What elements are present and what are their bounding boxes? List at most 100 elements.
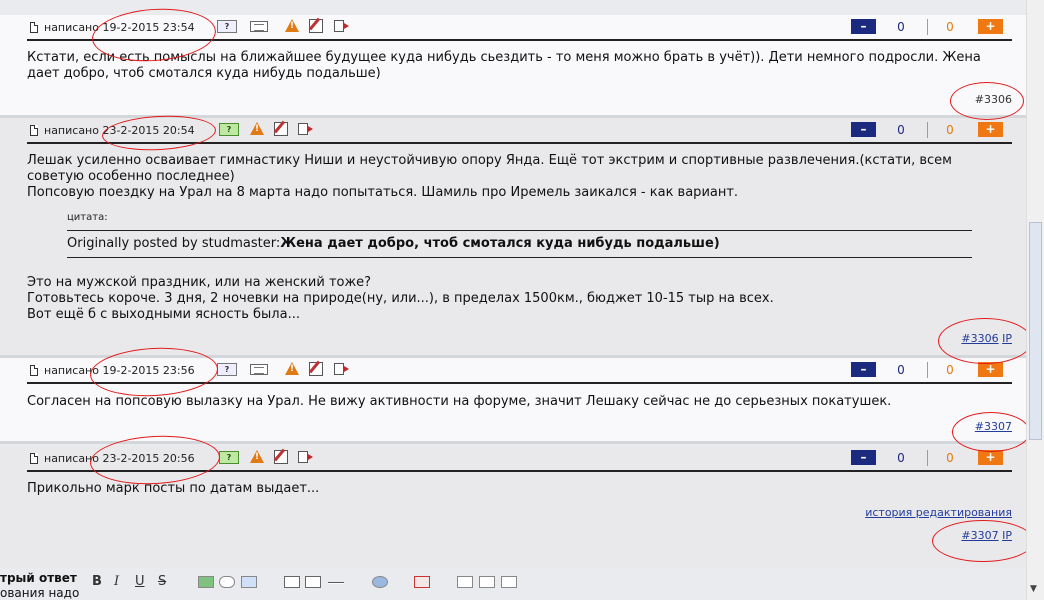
document-icon [30,125,38,136]
document-icon [30,453,38,464]
post-body: Лешак усиленно осваивает гимнастику Ниши… [27,153,1012,201]
list-icon[interactable] [284,576,300,588]
report-icon[interactable] [285,362,299,375]
rate-minus-button[interactable]: – [851,122,876,137]
edit-icon[interactable] [309,362,323,376]
scroll-down-icon[interactable]: ▼ [1030,584,1037,594]
rate-plus-button[interactable]: + [978,362,1003,377]
document-icon [30,22,38,33]
post-date: написано 19-2-2015 23:54 [44,21,195,34]
calendar-icon[interactable] [414,576,430,588]
post-body: Согласен на попсовую вылазку на Урал. Не… [27,394,1012,410]
quote-icon[interactable] [334,20,349,32]
permalink-link[interactable]: #3307 [975,420,1012,433]
smiley-icon[interactable] [372,576,388,588]
profile-icon[interactable]: ? [217,363,237,376]
link-icon[interactable] [219,576,235,588]
rating-positive-count: 0 [946,363,954,377]
rating-positive-count: 0 [946,123,954,137]
profile-icon[interactable]: ? [217,20,237,33]
bold-button[interactable]: B [92,574,102,589]
rate-minus-button[interactable]: – [851,19,876,34]
strike-button[interactable]: S [158,574,166,589]
rate-minus-button[interactable]: – [851,362,876,377]
post-text: Лешак усиленно осваивает гимнастику Ниши… [27,153,952,168]
vertical-scrollbar[interactable]: ▼ [1026,0,1044,600]
post-date: написано 19-2-2015 23:56 [44,364,195,377]
profile-icon[interactable]: ? [219,451,239,464]
edit-icon[interactable] [309,19,323,33]
image-icon[interactable] [198,576,214,588]
quote-icon[interactable] [334,363,349,375]
post-permalink: #3306 IP [961,332,1012,345]
report-icon[interactable] [250,122,264,135]
header-rule [27,470,1012,472]
post-body: Прикольно марк посты по датам выдает... [27,481,1012,497]
forum-post: написано 23-2-2015 20:56 ? – 0 0 + Прико… [0,446,1026,568]
post-date: написано 23-2-2015 20:54 [44,124,195,137]
rate-minus-button[interactable]: – [851,450,876,465]
post-body: Это на мужской праздник, или на женский … [27,275,1012,323]
quote-icon[interactable] [298,451,313,463]
ip-link[interactable]: IP [1002,332,1012,345]
pm-icon[interactable] [250,364,268,375]
rate-plus-button[interactable]: + [978,450,1003,465]
document-icon [30,365,38,376]
quote-icon[interactable] [298,123,313,135]
post-text: дает добро, чтоб смотался куда нибудь по… [27,66,381,81]
rate-plus-button[interactable]: + [978,122,1003,137]
header-rule [27,382,1012,384]
post-rating: – 0 0 + [851,450,1004,467]
report-icon[interactable] [250,450,264,463]
table-icon[interactable] [457,576,473,588]
post-text: Вот ещё б с выходными ясность была... [27,307,300,322]
post-body: Кстати, если есть помыслы на ближайшее б… [27,50,1012,82]
post-header: написано 23-2-2015 20:56 ? – 0 0 + [0,446,1016,472]
edit-icon[interactable] [274,450,288,464]
quote-rule-top [67,230,972,231]
permalink-link[interactable]: #3306 [961,332,998,345]
quote-label: цитата: [67,212,108,223]
post-text: Согласен на попсовую вылазку на Урал. Не… [27,394,892,409]
rating-negative-count: 0 [897,123,905,137]
forum-post: написано 19-2-2015 23:54 ? – 0 0 + Кстат… [0,15,1026,115]
header-rule [27,39,1012,41]
rating-separator [927,450,928,466]
rate-plus-button[interactable]: + [978,19,1003,34]
columns-icon[interactable] [479,576,495,588]
post-rating: – 0 0 + [851,122,1004,139]
rating-negative-count: 0 [897,20,905,34]
pm-icon[interactable] [250,21,268,32]
post-text: Прикольно марк посты по датам выдает... [27,481,320,496]
post-rating: – 0 0 + [851,362,1004,379]
profile-icon[interactable]: ? [219,123,239,136]
rating-positive-count: 0 [946,20,954,34]
italic-button[interactable]: I [114,574,119,589]
post-header: написано 19-2-2015 23:56 ? – 0 0 + [0,358,1016,384]
quick-reply-subtitle: ования надо [0,586,80,600]
report-icon[interactable] [285,19,299,32]
email-icon[interactable] [241,576,257,588]
rating-separator [927,122,928,138]
quote-block: цитата: Originally posted by studmaster:… [67,212,972,262]
post-text: Попсовую поездку на Урал на 8 марта надо… [27,185,739,200]
forum-post: написано 19-2-2015 23:56 ? – 0 0 + Согла… [0,358,1026,441]
rating-negative-count: 0 [897,363,905,377]
post-text: Готовьтесь короче. 3 дня, 2 ночевки на п… [27,291,774,306]
post-permalink[interactable]: #3306 [975,93,1012,106]
numbered-list-icon[interactable] [305,576,321,588]
post-rating: – 0 0 + [851,19,1004,36]
post-permalink: #3307 [975,420,1012,433]
post-permalink: #3307 IP [961,529,1012,542]
permalink-link[interactable]: #3307 [961,529,998,542]
edit-icon[interactable] [274,122,288,136]
spoiler-icon[interactable] [501,576,517,588]
hr-icon[interactable] [328,582,344,584]
scrollbar-thumb[interactable] [1029,222,1042,440]
rating-separator [927,362,928,378]
underline-button[interactable]: U [135,574,145,589]
ip-link[interactable]: IP [1002,529,1012,542]
edit-history-link[interactable]: история редактирования [865,506,1012,519]
post-header: написано 23-2-2015 20:54 ? – 0 0 + [0,118,1016,144]
post-text: Это на мужской праздник, или на женский … [27,275,372,290]
